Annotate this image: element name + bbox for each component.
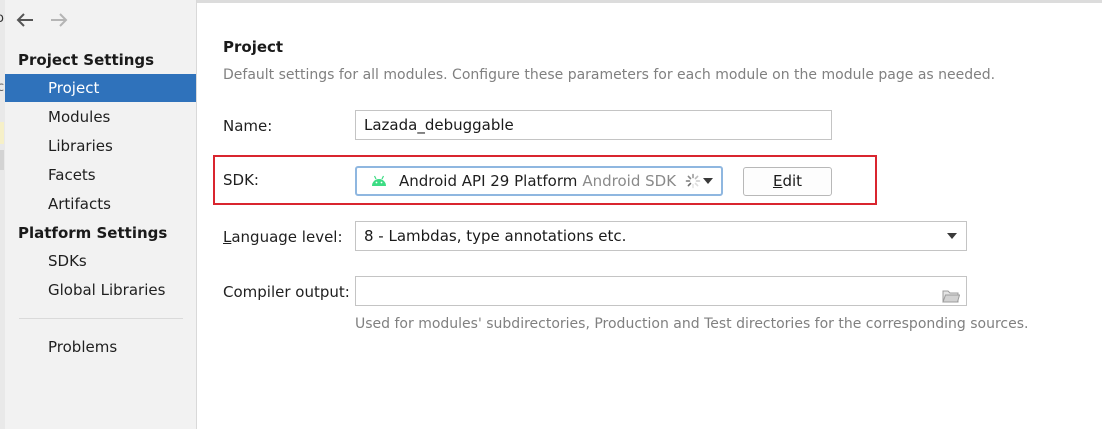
compiler-output-label: Compiler output: [223, 283, 350, 301]
compiler-output-hint: Used for modules' subdirectories, Produc… [355, 316, 1029, 332]
sidebar-divider [19, 318, 183, 319]
project-settings-header: Project Settings [18, 51, 155, 69]
language-level-dropdown[interactable]: 8 - Lambdas, type annotations etc. [355, 221, 967, 251]
spinner-icon [685, 173, 701, 189]
chevron-down-icon [703, 178, 713, 184]
edge-text-fragment: o [0, 11, 4, 26]
sdk-dropdown[interactable]: Android API 29 Platform Android SDK [355, 166, 723, 196]
android-icon [371, 173, 389, 189]
sidebar-item-sdks[interactable]: SDKs [5, 247, 196, 275]
sdk-secondary: Android SDK [582, 172, 677, 190]
chevron-down-icon [947, 233, 957, 239]
sidebar-item-modules[interactable]: Modules [5, 103, 196, 131]
sidebar-item-global-libraries[interactable]: Global Libraries [5, 276, 196, 304]
settings-sidebar: Project Settings Project Modules Librari… [5, 0, 197, 429]
nav-arrows [15, 9, 69, 31]
folder-icon[interactable] [942, 284, 961, 303]
sdk-value: Android API 29 Platform [399, 172, 578, 190]
language-level-label-rest: anguage level: [231, 228, 343, 246]
name-label: Name: [223, 117, 273, 135]
sdk-label: SDK: [223, 171, 259, 189]
project-name-field[interactable]: Lazada_debuggable [355, 110, 832, 140]
arrow-right-icon[interactable] [49, 10, 69, 30]
sidebar-item-facets[interactable]: Facets [5, 161, 196, 189]
edge-mark [0, 150, 4, 170]
sidebar-item-libraries[interactable]: Libraries [5, 132, 196, 160]
page-title: Project [223, 38, 284, 56]
platform-settings-header: Platform Settings [18, 224, 168, 242]
sidebar-item-artifacts[interactable]: Artifacts [5, 190, 196, 218]
edge-text-fragment: c [0, 80, 5, 95]
compiler-output-field[interactable] [355, 276, 967, 306]
edge-mark [0, 122, 4, 144]
edit-label: dit [782, 172, 803, 190]
sidebar-item-problems[interactable]: Problems [5, 333, 196, 361]
arrow-left-icon[interactable] [15, 10, 35, 30]
page-description: Default settings for all modules. Config… [223, 67, 996, 83]
sidebar-item-project[interactable]: Project [5, 74, 196, 102]
edit-sdk-button[interactable]: Edit [743, 167, 832, 196]
language-level-value: 8 - Lambdas, type annotations etc. [364, 227, 627, 245]
language-level-label: Language level: [223, 228, 343, 246]
project-settings-panel: Project Default settings for all modules… [198, 3, 1102, 429]
